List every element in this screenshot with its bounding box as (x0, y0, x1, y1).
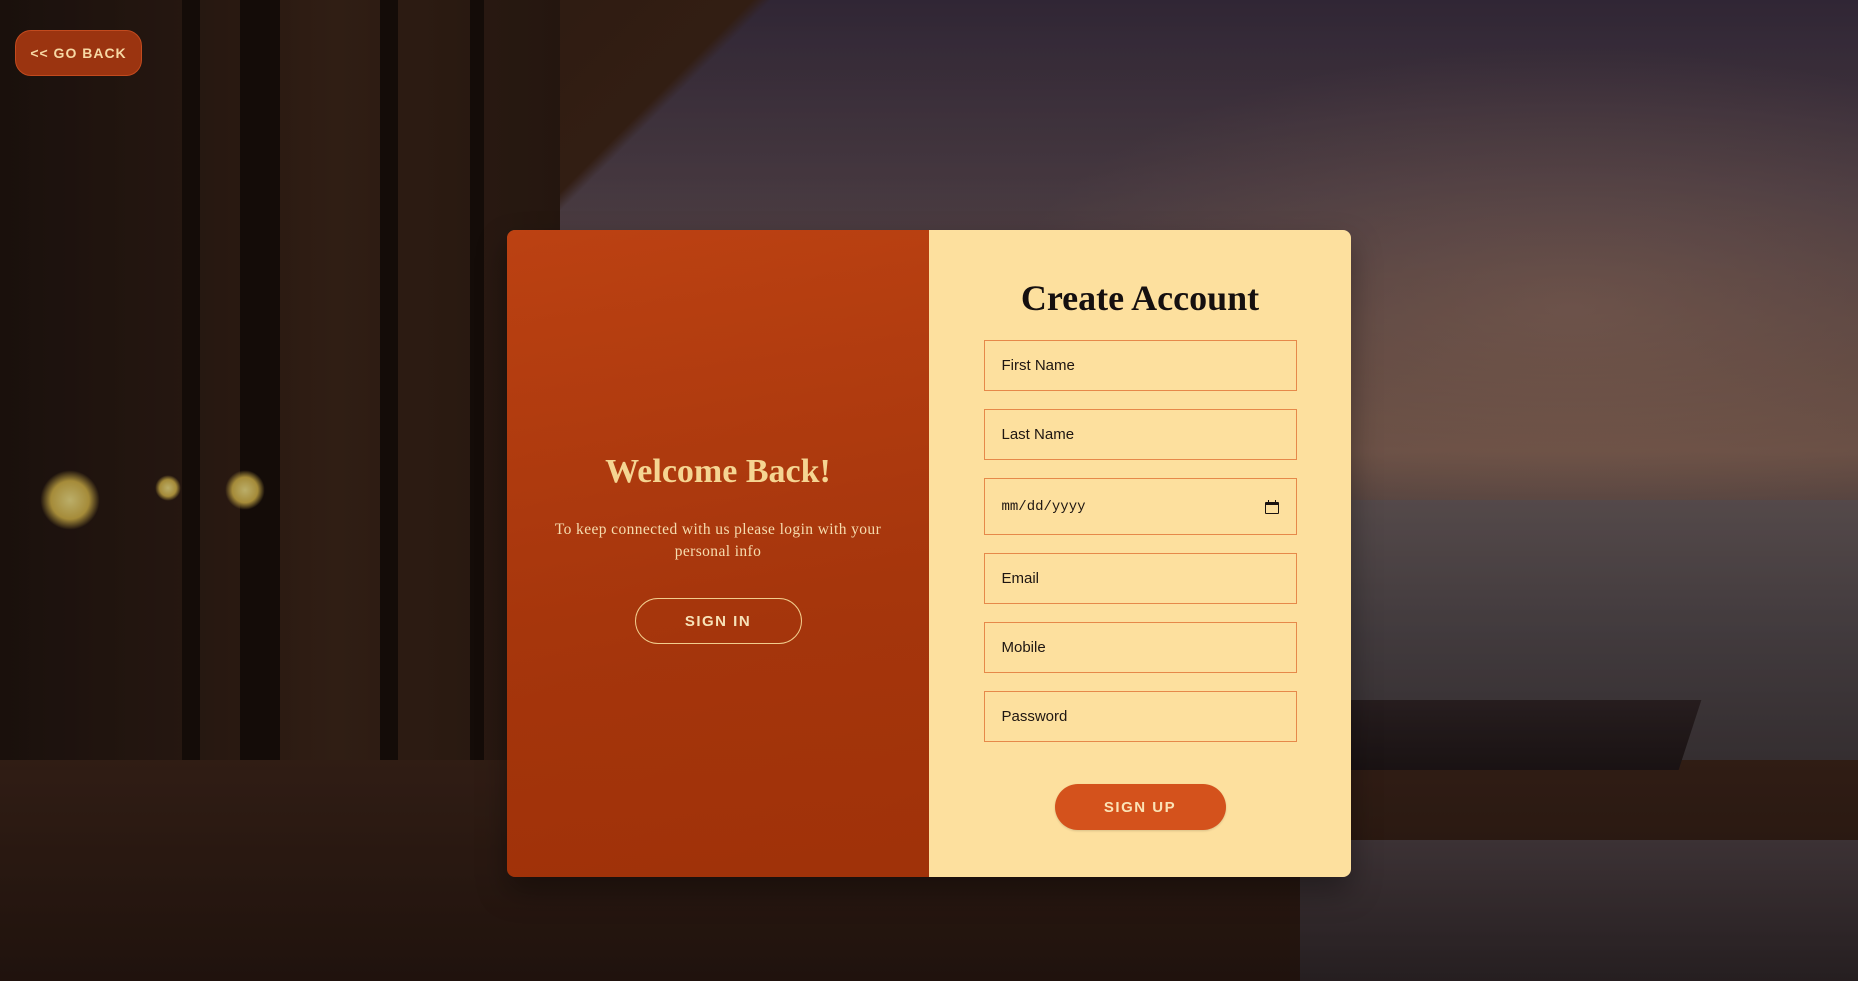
sign-in-button[interactable]: SIGN IN (634, 598, 802, 644)
mobile-field[interactable]: Mobile (983, 622, 1297, 673)
calendar-icon[interactable] (1264, 499, 1279, 514)
signup-panel: Create Account First Name Last Name mm/d… (929, 230, 1351, 877)
go-back-button[interactable]: << GO BACK (15, 30, 142, 76)
password-placeholder: Password (1001, 708, 1068, 725)
last-name-placeholder: Last Name (1001, 426, 1075, 443)
email-field[interactable]: Email (983, 553, 1297, 604)
last-name-field[interactable]: Last Name (983, 409, 1297, 460)
first-name-field[interactable]: First Name (983, 340, 1297, 391)
password-field[interactable]: Password (983, 691, 1297, 742)
welcome-panel: Welcome Back! To keep connected with us … (507, 230, 929, 877)
welcome-subtitle: To keep connected with us please login w… (554, 521, 882, 560)
create-account-title: Create Account (1020, 278, 1260, 318)
mobile-placeholder: Mobile (1001, 639, 1046, 656)
date-of-birth-field[interactable]: mm/dd/yyyy (983, 478, 1297, 535)
auth-card: Welcome Back! To keep connected with us … (507, 230, 1351, 877)
first-name-placeholder: First Name (1001, 357, 1075, 374)
welcome-title: Welcome Back! (605, 453, 831, 490)
date-placeholder: mm/dd/yyyy (1001, 498, 1086, 515)
sign-up-button[interactable]: SIGN UP (1054, 784, 1226, 830)
email-placeholder: Email (1001, 570, 1040, 587)
